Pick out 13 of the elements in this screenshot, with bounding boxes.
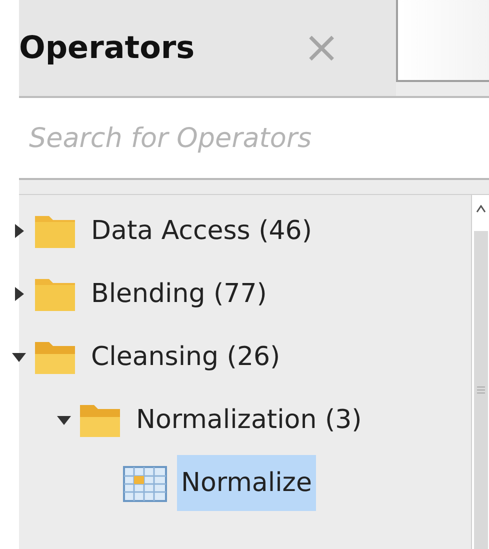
- tree-item[interactable]: Normalize: [177, 454, 316, 510]
- tree-item[interactable]: Cleansing (26): [87, 328, 284, 384]
- table-icon: [123, 464, 167, 502]
- tab-label: Operators: [19, 28, 195, 68]
- scrollbar-thumb[interactable]: [474, 231, 488, 549]
- tree-item[interactable]: Blending (77): [87, 266, 271, 322]
- empty-tab[interactable]: [396, 0, 489, 82]
- tree-item[interactable]: Normalization (3): [132, 392, 366, 448]
- scrollbar[interactable]: [471, 195, 489, 549]
- tree-item[interactable]: Data Access (46): [87, 202, 316, 258]
- tab[interactable]: Operators ×: [19, 0, 396, 96]
- grip-icon: [476, 385, 484, 395]
- search-field[interactable]: Search for Operators: [19, 98, 489, 180]
